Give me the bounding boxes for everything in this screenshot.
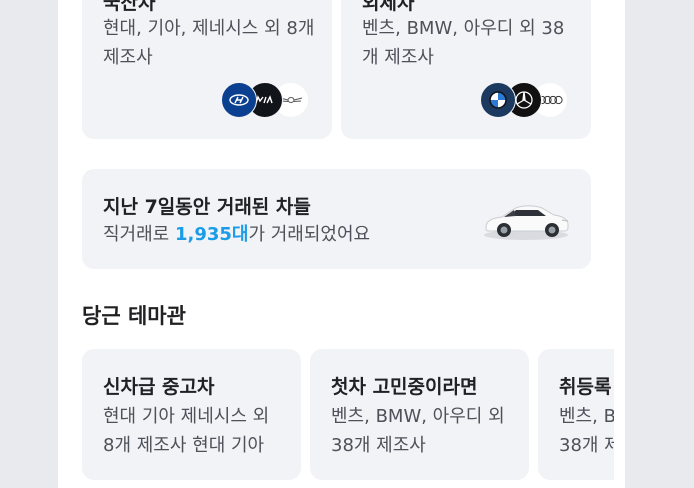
imported-car-card[interactable]: 외제차 벤츠, BMW, 아우디 외 38개 제조사 bbox=[341, 0, 591, 139]
theme-card-new-like-used[interactable]: 신차급 중고차 현대 기아 제네시스 외 8개 제조사 현대 기아 bbox=[82, 349, 301, 480]
card-description: 벤츠, BMW, 아우디 외 38개 제조사 bbox=[559, 406, 614, 456]
card-description: 벤츠, BMW, 아우디 외 38개 제조사 bbox=[362, 18, 565, 68]
subtitle-suffix: 가 거래되었어요 bbox=[248, 224, 371, 245]
brand-logos bbox=[480, 82, 580, 118]
theme-card-first-car[interactable]: 첫차 고민중이라면 벤츠, BMW, 아우디 외 38개 제조사 bbox=[310, 349, 529, 480]
brand-logos bbox=[221, 82, 321, 118]
card-description: 현대, 기아, 제네시스 외 8개 제조사 bbox=[103, 18, 315, 68]
panel-edge bbox=[614, 0, 625, 488]
hyundai-logo-icon bbox=[221, 82, 257, 118]
card-title: 신차급 중고차 bbox=[103, 376, 215, 398]
card-description: 벤츠, BMW, 아우디 외 38개 제조사 bbox=[331, 406, 505, 456]
card-description: 현대 기아 제네시스 외 8개 제조사 현대 기아 bbox=[103, 406, 270, 456]
theme-card-registration[interactable]: 취등록 벤츠, BMW, 아우디 외 38개 제조사 bbox=[538, 349, 614, 480]
card-title: 첫차 고민중이라면 bbox=[331, 376, 478, 398]
card-title: 취등록 bbox=[559, 376, 612, 398]
banner-subtitle: 직거래로 1,935대가 거래되었어요 bbox=[103, 220, 370, 249]
bmw-logo-icon bbox=[480, 82, 516, 118]
domestic-car-card[interactable]: 국산차 현대, 기아, 제네시스 외 8개 제조사 bbox=[82, 0, 332, 139]
trade-count: 1,935대 bbox=[174, 224, 249, 245]
banner-title: 지난 7일동안 거래된 차들 bbox=[103, 196, 311, 218]
car-thumbnail bbox=[484, 205, 569, 240]
section-title: 당근 테마관 bbox=[82, 304, 186, 328]
card-title: 국산차 bbox=[103, 0, 156, 14]
main-panel: 국산차 현대, 기아, 제네시스 외 8개 제조사 외제차 벤츠, BMW, 아… bbox=[58, 0, 614, 488]
subtitle-prefix: 직거래로 bbox=[103, 224, 175, 245]
card-title: 외제차 bbox=[362, 0, 415, 14]
recent-trades-banner[interactable]: 지난 7일동안 거래된 차들 직거래로 1,935대가 거래되었어요 bbox=[82, 169, 591, 269]
